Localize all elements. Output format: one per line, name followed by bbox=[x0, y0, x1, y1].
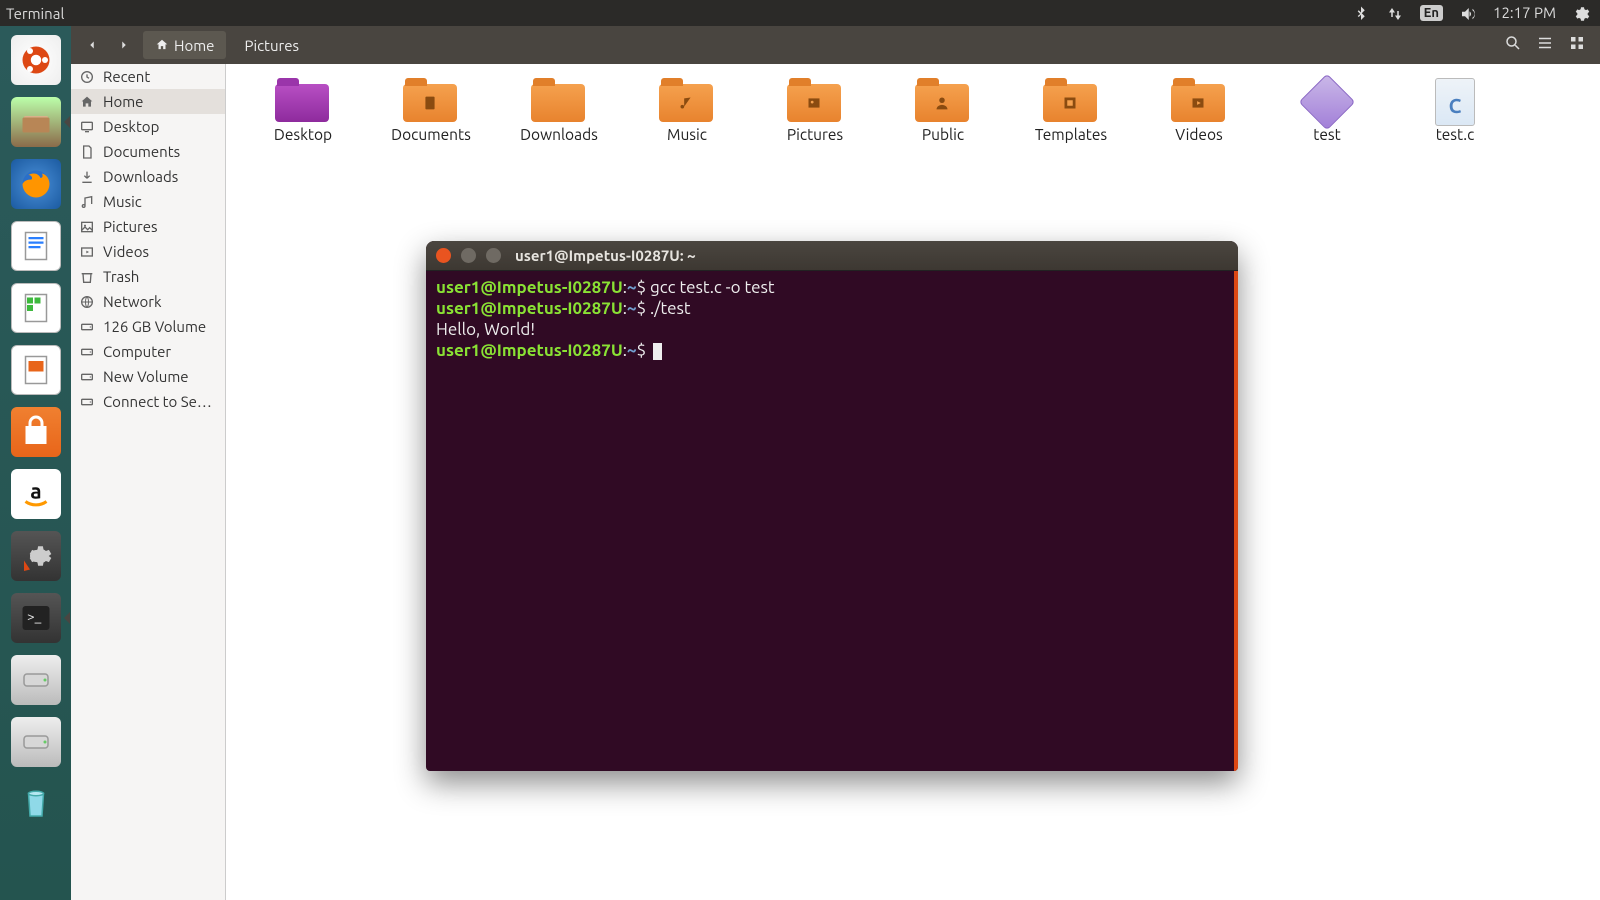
place-home[interactable]: Home bbox=[71, 89, 225, 114]
place-recent[interactable]: Recent bbox=[71, 64, 225, 89]
terminal-window[interactable]: user1@Impetus-I0287U: ~ user1@Impetus-I0… bbox=[426, 241, 1238, 771]
settings-icon[interactable] bbox=[8, 528, 64, 584]
trash-icon[interactable] bbox=[8, 776, 64, 832]
file-icon bbox=[403, 78, 459, 122]
nav-forward-button[interactable] bbox=[111, 32, 137, 58]
grid-item-documents[interactable]: Documents bbox=[380, 78, 482, 143]
grid-item-test-c[interactable]: Ctest.c bbox=[1404, 78, 1506, 143]
breadcrumb-home[interactable]: Home bbox=[143, 31, 226, 59]
places-sidebar: RecentHomeDesktopDocumentsDownloadsMusic… bbox=[71, 64, 226, 900]
firefox-icon[interactable] bbox=[8, 156, 64, 212]
drive1-icon[interactable] bbox=[8, 652, 64, 708]
breadcrumb-label: Pictures bbox=[244, 37, 299, 54]
place-downloads[interactable]: Downloads bbox=[71, 164, 225, 189]
file-icon bbox=[915, 78, 971, 122]
place-desktop[interactable]: Desktop bbox=[71, 114, 225, 139]
breadcrumb-pictures[interactable]: Pictures bbox=[232, 31, 311, 59]
terminal-titlebar[interactable]: user1@Impetus-I0287U: ~ bbox=[426, 241, 1238, 271]
dash-icon[interactable] bbox=[8, 32, 64, 88]
drive2-icon[interactable] bbox=[8, 714, 64, 770]
file-label: Downloads bbox=[520, 126, 598, 143]
file-label: test.c bbox=[1436, 126, 1475, 143]
terminal-title: user1@Impetus-I0287U: ~ bbox=[515, 247, 696, 264]
file-label: Templates bbox=[1035, 126, 1107, 143]
place-new-volume[interactable]: New Volume bbox=[71, 364, 225, 389]
svg-text:>_: >_ bbox=[27, 608, 42, 624]
unity-launcher: a >_ bbox=[0, 26, 71, 900]
grid-item-test[interactable]: test bbox=[1276, 78, 1378, 143]
session-gear-icon[interactable] bbox=[1572, 3, 1590, 22]
input-source-indicator[interactable]: En bbox=[1420, 5, 1443, 21]
impress-icon[interactable] bbox=[8, 342, 64, 398]
place-music[interactable]: Music bbox=[71, 189, 225, 214]
terminal-line: user1@Impetus-I0287U:~$ bbox=[436, 340, 1228, 361]
file-icon bbox=[659, 78, 715, 122]
file-label: Music bbox=[667, 126, 707, 143]
file-label: Pictures bbox=[787, 126, 843, 143]
file-icon: C bbox=[1427, 78, 1483, 122]
window-close-button[interactable] bbox=[436, 248, 451, 263]
place-computer[interactable]: Computer bbox=[71, 339, 225, 364]
file-label: Desktop bbox=[274, 126, 332, 143]
grid-item-downloads[interactable]: Downloads bbox=[508, 78, 610, 143]
grid-item-public[interactable]: Public bbox=[892, 78, 994, 143]
file-label: Documents bbox=[391, 126, 471, 143]
file-icon bbox=[531, 78, 587, 122]
volume-icon[interactable] bbox=[1459, 3, 1477, 22]
place-videos[interactable]: Videos bbox=[71, 239, 225, 264]
terminal-line: Hello, World! bbox=[436, 319, 1228, 340]
terminal-cursor bbox=[653, 343, 662, 360]
place-126-gb-volume[interactable]: 126 GB Volume bbox=[71, 314, 225, 339]
file-icon bbox=[1171, 78, 1227, 122]
place-trash[interactable]: Trash bbox=[71, 264, 225, 289]
grid-item-videos[interactable]: Videos bbox=[1148, 78, 1250, 143]
nav-back-button[interactable] bbox=[79, 32, 105, 58]
file-label: Videos bbox=[1175, 126, 1223, 143]
terminal-content[interactable]: user1@Impetus-I0287U:~$ gcc test.c -o te… bbox=[426, 271, 1238, 367]
file-icon bbox=[1299, 78, 1355, 122]
grid-item-pictures[interactable]: Pictures bbox=[764, 78, 866, 143]
place-connect-to-se-[interactable]: Connect to Se… bbox=[71, 389, 225, 414]
grid-view-icon[interactable] bbox=[1568, 34, 1586, 56]
bluetooth-icon[interactable] bbox=[1352, 3, 1370, 22]
grid-item-templates[interactable]: Templates bbox=[1020, 78, 1122, 143]
search-icon[interactable] bbox=[1504, 34, 1522, 56]
file-manager-toolbar: Home Pictures bbox=[71, 26, 1600, 64]
amazon-icon[interactable]: a bbox=[8, 466, 64, 522]
place-documents[interactable]: Documents bbox=[71, 139, 225, 164]
calc-icon[interactable] bbox=[8, 280, 64, 336]
terminal-line: user1@Impetus-I0287U:~$ gcc test.c -o te… bbox=[436, 277, 1228, 298]
terminal-scrollbar[interactable] bbox=[1234, 271, 1238, 771]
software-icon[interactable] bbox=[8, 404, 64, 460]
window-minimize-button[interactable] bbox=[461, 248, 476, 263]
file-icon bbox=[275, 78, 331, 122]
files-icon[interactable] bbox=[8, 94, 64, 150]
place-pictures[interactable]: Pictures bbox=[71, 214, 225, 239]
breadcrumb-label: Home bbox=[174, 37, 214, 54]
place-network[interactable]: Network bbox=[71, 289, 225, 314]
writer-icon[interactable] bbox=[8, 218, 64, 274]
window-maximize-button[interactable] bbox=[486, 248, 501, 263]
file-label: Public bbox=[922, 126, 964, 143]
top-menubar: Terminal En 12:17 PM bbox=[0, 0, 1600, 26]
grid-item-desktop[interactable]: Desktop bbox=[252, 78, 354, 143]
list-view-icon[interactable] bbox=[1536, 34, 1554, 56]
terminal-icon[interactable]: >_ bbox=[8, 590, 64, 646]
clock-label[interactable]: 12:17 PM bbox=[1493, 4, 1556, 21]
file-icon bbox=[787, 78, 843, 122]
active-app-label: Terminal bbox=[6, 5, 64, 22]
network-icon[interactable] bbox=[1386, 3, 1404, 22]
grid-item-music[interactable]: Music bbox=[636, 78, 738, 143]
file-icon bbox=[1043, 78, 1099, 122]
terminal-line: user1@Impetus-I0287U:~$ ./test bbox=[436, 298, 1228, 319]
svg-text:a: a bbox=[30, 479, 41, 503]
